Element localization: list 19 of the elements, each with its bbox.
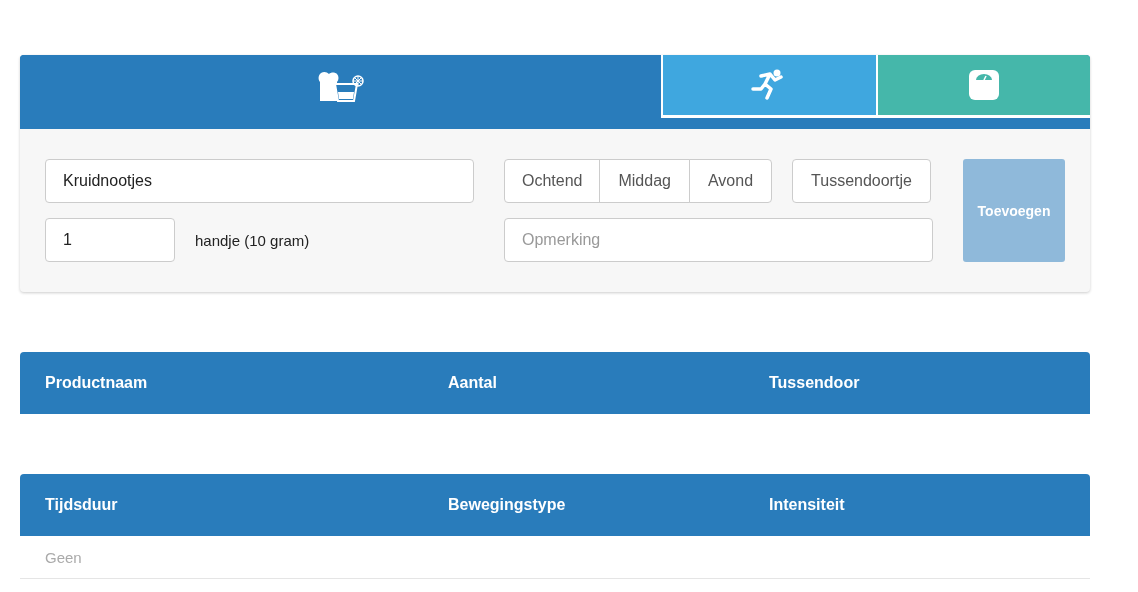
scale-icon (968, 70, 999, 100)
column-header: Tussendoor (769, 374, 861, 392)
column-header: Intensiteit (769, 496, 846, 514)
unit-label: handje (10 gram) (195, 231, 310, 249)
food-drink-icon (317, 70, 364, 102)
amount-field[interactable]: 1 (45, 218, 175, 262)
tab[interactable] (875, 55, 1090, 118)
product-field[interactable]: Kruidnootjes (45, 159, 474, 203)
meal-time-button[interactable]: Ochtend (504, 159, 601, 203)
meal-time-button[interactable]: Middag (599, 159, 690, 203)
meal-time-button[interactable]: Avond (688, 159, 773, 203)
column-header: Productnaam (45, 374, 149, 392)
remark-field[interactable]: Opmerking (504, 218, 933, 262)
column-header: Aantal (448, 374, 498, 392)
column-header: Bewegingstype (448, 496, 567, 514)
column-header: Tijdsduur (45, 496, 119, 514)
empty-text: Geen (45, 548, 82, 566)
snack-button[interactable]: Tussendoortje (792, 159, 931, 203)
tab[interactable] (661, 55, 876, 118)
